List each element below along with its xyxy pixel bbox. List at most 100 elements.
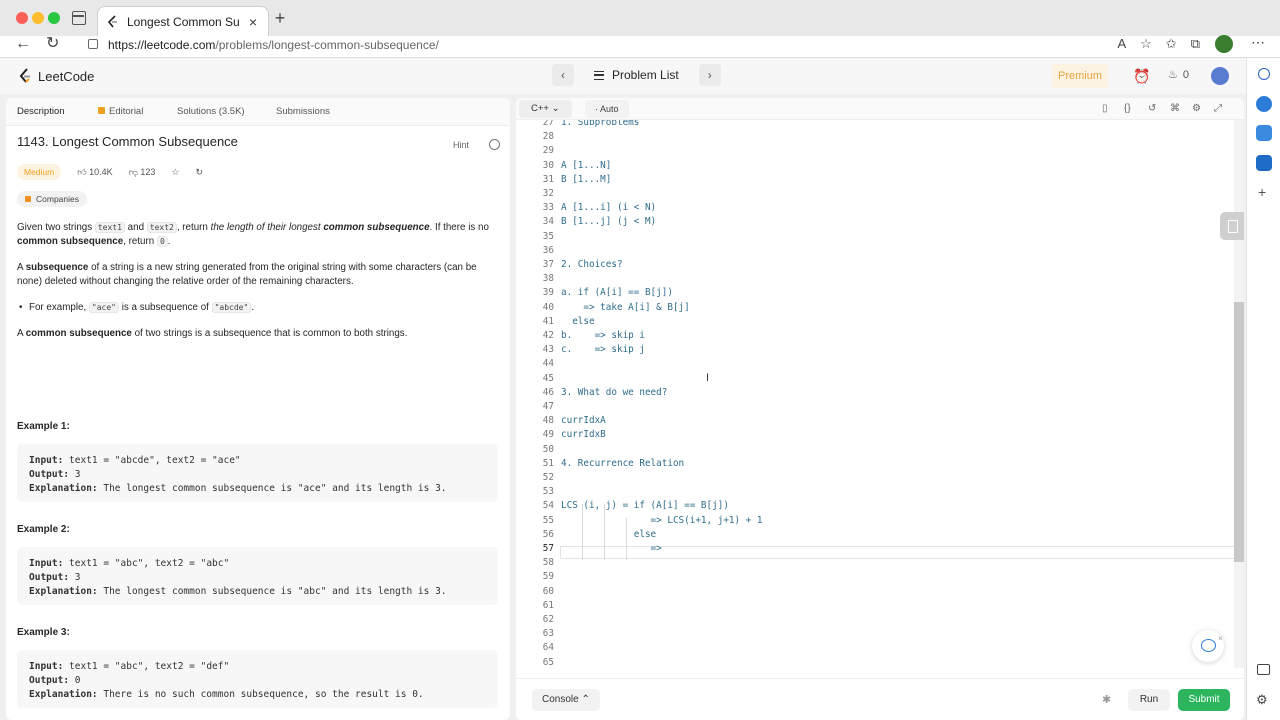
language-select[interactable]: C++ ⌄	[519, 100, 572, 118]
line-number: 36	[542, 244, 554, 256]
back-button[interactable]: ←	[15, 36, 31, 52]
code-line[interactable]: 3. What do we need?	[561, 387, 667, 398]
example-title: Example 2:	[17, 524, 70, 535]
bookmark-icon[interactable]: ▯	[1102, 103, 1108, 114]
description-bullet: For example, "ace" is a subsequence of "…	[19, 301, 497, 315]
debug-icon[interactable]: ✱	[1102, 693, 1111, 706]
profile-avatar[interactable]	[1215, 35, 1233, 53]
notes-icon[interactable]	[1220, 212, 1244, 240]
streak-counter[interactable]: ♨ 0	[1168, 68, 1189, 82]
maximize-window-button[interactable]	[48, 12, 60, 24]
line-number: 60	[542, 585, 554, 597]
code-editor[interactable]: 27 28 29 30 31 32 33 34 35 36 37 38 39 40 41 42 43 44 45 46…	[516, 120, 1244, 668]
problem-meta: Medium 👍︎ 10.4K 👎︎ 123 ☆ ↻	[17, 164, 203, 180]
code-line[interactable]: a. if (A[i] == B[j])	[561, 287, 673, 298]
tab-editorial[interactable]: Editorial	[98, 106, 143, 117]
prev-problem-button[interactable]: ‹	[552, 64, 574, 86]
description-paragraph: A common subsequence of two strings is a…	[17, 328, 408, 339]
user-avatar[interactable]	[1211, 67, 1229, 85]
code-line[interactable]: => LCS(i+1, j+1) + 1	[561, 515, 763, 526]
star-icon[interactable]: ☆	[171, 167, 179, 178]
close-chat-icon[interactable]: ×	[1218, 634, 1223, 643]
code-line[interactable]: else	[561, 316, 594, 327]
leetcode-header: LeetCode ‹ Problem List › Premium ⏰ ♨ 0	[0, 58, 1246, 94]
submit-button[interactable]: Submit	[1178, 689, 1230, 711]
code-line[interactable]: B [1...M]	[561, 174, 611, 185]
shortcuts-icon[interactable]: ⌘	[1170, 103, 1180, 114]
favorites-icon[interactable]: ✩	[1166, 36, 1177, 52]
outlook-icon[interactable]	[1256, 155, 1272, 171]
search-icon[interactable]	[1258, 68, 1270, 80]
timer-icon[interactable]: ⏰	[1133, 68, 1150, 85]
close-tab-icon[interactable]: ×	[246, 14, 260, 30]
line-number: 42	[542, 330, 554, 341]
example-box: Input: text1 = "abcde", text2 = "ace" Ou…	[17, 444, 498, 502]
code-line[interactable]: c. => skip j	[561, 344, 645, 355]
like-button[interactable]: 👍︎ 10.4K	[77, 167, 112, 178]
settings-icon[interactable]: ⚙	[1192, 103, 1201, 114]
add-sidebar-app-icon[interactable]: +	[1258, 184, 1266, 200]
premium-button[interactable]: Premium	[1052, 64, 1108, 88]
bing-icon[interactable]	[1256, 96, 1272, 112]
code-line[interactable]: => take A[i] & B[j]	[561, 302, 689, 313]
share-icon[interactable]: ↻	[195, 167, 203, 178]
sidebar-layout-icon[interactable]	[1257, 664, 1270, 675]
collections-icon[interactable]: ⧉	[1191, 36, 1200, 52]
auto-mode-button[interactable]: · Auto	[585, 100, 629, 118]
console-button[interactable]: Console ⌃	[532, 689, 600, 711]
browser-tab[interactable]: Longest Common Subsequence ×	[97, 6, 269, 36]
code-line[interactable]: 4. Recurrence Relation	[561, 458, 684, 469]
expand-icon[interactable]: ⤢	[1214, 103, 1222, 114]
code-line[interactable]: 2. Choices?	[561, 259, 623, 270]
leetcode-logo[interactable]: LeetCode	[18, 68, 94, 84]
description-panel: Description Editorial Solutions (3.5K) S…	[6, 98, 510, 720]
code-line[interactable]: currIdxA	[561, 415, 606, 426]
like-count: 10.4K	[89, 166, 113, 177]
code-line[interactable]: LCS (i, j) = if (A[i] == B[j])	[561, 500, 729, 511]
more-options-icon[interactable]: ⋯	[1251, 34, 1265, 51]
editor-scrollbar-thumb[interactable]	[1234, 302, 1244, 562]
streak-count: 0	[1182, 68, 1189, 81]
code-line[interactable]: currIdxB	[561, 429, 606, 440]
address-bar-actions: A ☆ ✩ ⧉	[1117, 36, 1200, 52]
example-box: Input: text1 = "abc", text2 = "def" Outp…	[17, 650, 498, 708]
dislike-count: 123	[140, 166, 156, 177]
new-tab-button[interactable]: +	[272, 9, 288, 27]
code-line[interactable]: b. => skip i	[561, 330, 645, 341]
problem-list-button[interactable]: Problem List	[582, 64, 691, 86]
browser-sidebar: + ⚙	[1246, 58, 1280, 720]
read-aloud-icon[interactable]: A	[1117, 36, 1126, 52]
site-info-icon[interactable]	[88, 39, 98, 49]
run-button[interactable]: Run	[1128, 689, 1170, 711]
chevron-down-icon: ⌄	[551, 103, 560, 114]
line-number: 43	[542, 344, 554, 356]
hint-button[interactable]: Hint	[453, 140, 469, 150]
code-line[interactable]: else	[561, 529, 656, 540]
tab-actions-icon[interactable]	[72, 11, 86, 25]
reload-button[interactable]: ↻	[46, 36, 59, 52]
tab-description[interactable]: Description	[17, 106, 65, 117]
code-line[interactable]: =>	[561, 543, 662, 554]
dislike-button[interactable]: 👎︎ 123	[129, 167, 156, 178]
sidebar-settings-icon[interactable]: ⚙	[1256, 692, 1268, 708]
code-line[interactable]: A [1...N]	[561, 160, 611, 171]
office-icon[interactable]	[1256, 125, 1272, 141]
close-window-button[interactable]	[16, 12, 28, 24]
code-line[interactable]: B [1...j] (j < M)	[561, 216, 656, 227]
line-number: 44	[542, 358, 554, 370]
line-number: 48	[542, 415, 554, 427]
companies-button[interactable]: Companies	[17, 191, 87, 207]
reset-code-icon[interactable]: ↺	[1148, 103, 1156, 114]
line-number: 27	[542, 120, 554, 128]
next-problem-button[interactable]: ›	[698, 64, 721, 86]
minimize-window-button[interactable]	[32, 12, 44, 24]
format-code-icon[interactable]: {}	[1124, 103, 1131, 114]
info-icon[interactable]	[489, 139, 500, 150]
tab-solutions[interactable]: Solutions (3.5K)	[177, 106, 245, 117]
code-line[interactable]: 1. Subproblems	[561, 120, 639, 128]
tab-submissions[interactable]: Submissions	[276, 106, 330, 117]
code-line[interactable]: A [1...i] (i < N)	[561, 202, 656, 213]
url-field[interactable]: https://leetcode.com/problems/longest-co…	[108, 38, 439, 52]
favorite-icon[interactable]: ☆	[1140, 36, 1152, 52]
mouse-text-cursor: I	[706, 372, 710, 384]
